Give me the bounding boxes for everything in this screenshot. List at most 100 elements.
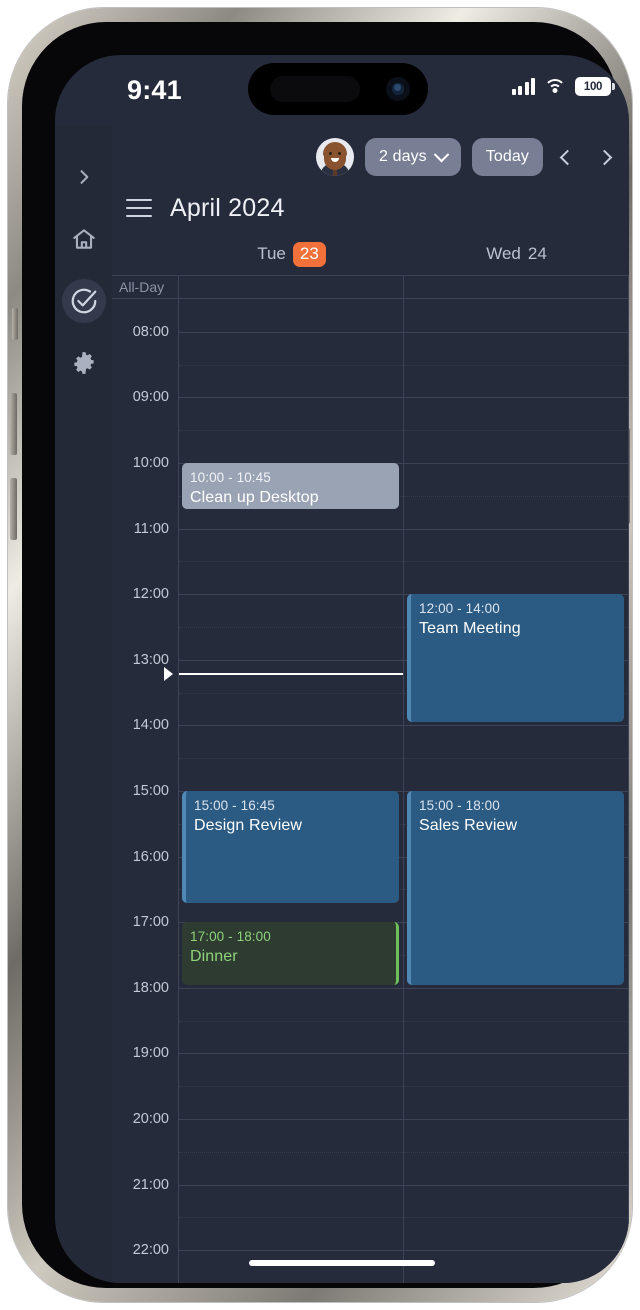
current-time-line	[179, 672, 403, 676]
hour-gridline	[179, 397, 403, 399]
dynamic-island-pill	[270, 76, 360, 102]
sidebar-item-home[interactable]	[62, 217, 106, 261]
next-period-button[interactable]	[591, 138, 617, 176]
day-header-tue[interactable]: Tue 23	[179, 233, 404, 275]
wifi-icon	[544, 78, 566, 95]
hour-gridline	[404, 987, 628, 989]
event-time: 10:00 - 10:45	[190, 470, 271, 485]
hour-label: 09:00	[132, 389, 169, 406]
event-time: 15:00 - 16:45	[194, 798, 275, 813]
hour-gridline	[404, 1250, 628, 1252]
status-time: 9:41	[127, 75, 182, 105]
hour-gridline	[404, 725, 628, 727]
half-hour-gridline	[179, 430, 403, 432]
volume-down-button[interactable]	[10, 478, 17, 540]
half-hour-gridline	[404, 430, 628, 432]
half-hour-gridline	[404, 1151, 628, 1153]
hour-gridline	[179, 331, 403, 333]
calendar-event[interactable]: 12:00 - 14:00 Team Meeting	[407, 594, 624, 723]
all-day-cell[interactable]	[404, 276, 629, 298]
hamburger-menu-icon[interactable]	[126, 198, 152, 218]
half-hour-gridline	[179, 627, 403, 628]
cellular-signal-icon	[511, 78, 535, 95]
weekday-label: Wed	[486, 244, 521, 263]
phone-bezel: 9:41 100 2 days Today April 2024 Tue 23 …	[22, 22, 629, 1288]
event-time: 12:00 - 14:00	[419, 601, 500, 617]
half-hour-gridline	[404, 758, 628, 760]
chevron-left-icon	[559, 149, 575, 165]
silent-switch[interactable]	[12, 308, 18, 340]
all-day-row: All-Day	[112, 275, 629, 299]
avatar[interactable]	[316, 138, 355, 176]
half-hour-gridline	[404, 364, 628, 366]
volume-up-button[interactable]	[10, 393, 17, 455]
hour-gridline	[404, 1053, 628, 1055]
front-camera-icon	[386, 77, 410, 101]
half-hour-gridline	[179, 1217, 403, 1219]
hour-label: 16:00	[132, 848, 169, 865]
hour-gridline	[179, 987, 403, 989]
event-title: Design Review	[194, 817, 303, 834]
day-column-tue[interactable]: 10:00 - 10:45 Clean up Desktop 15:00 - 16:…	[179, 299, 404, 1283]
hour-label: 12:00	[132, 586, 169, 603]
previous-period-button[interactable]	[554, 138, 580, 176]
hour-label: 21:00	[132, 1176, 169, 1193]
hour-label: 11:00	[133, 520, 169, 537]
view-range-dropdown[interactable]: 2 days	[365, 138, 461, 176]
day-number: 24	[527, 244, 547, 263]
event-time: 15:00 - 18:00	[419, 798, 500, 813]
calendar-event[interactable]: 15:00 - 16:45 Design Review	[182, 791, 399, 903]
calendar-event[interactable]: 15:00 - 18:00 Sales Review	[407, 791, 624, 985]
home-indicator[interactable]	[249, 1260, 435, 1266]
calendar-event[interactable]: 10:00 - 10:45 Clean up Desktop	[182, 463, 399, 510]
hour-gridline	[179, 594, 403, 596]
hour-label: 22:00	[132, 1242, 169, 1259]
today-label: Today	[485, 148, 529, 165]
time-grid: 08:00 09:00 10:00 11:00 12:00 13:00 14:00 15:00…	[112, 299, 629, 1283]
calendar-toolbar: 2 days Today	[112, 125, 629, 189]
calendar-content: 2 days Today April 2024 Tue 23 Wed 24 Al…	[112, 125, 629, 1283]
left-rail	[55, 125, 112, 1283]
hour-gridline	[179, 659, 403, 661]
half-hour-gridline	[404, 495, 628, 497]
half-hour-gridline	[179, 1086, 403, 1088]
today-button[interactable]: Today	[471, 138, 543, 176]
page-title: April 2024	[170, 193, 285, 222]
all-day-cell[interactable]	[179, 276, 404, 298]
hour-label: 20:00	[132, 1111, 169, 1127]
chevron-right-icon	[596, 149, 612, 165]
hour-label: 08:00	[132, 323, 169, 340]
hour-label: 14:00	[132, 717, 169, 734]
phone-screen: 9:41 100 2 days Today April 2024 Tue 23 …	[55, 55, 629, 1283]
chevron-right-icon	[80, 170, 88, 184]
view-range-label: 2 days	[379, 148, 427, 165]
day-header-gutter	[112, 233, 179, 275]
time-gutter: 08:00 09:00 10:00 11:00 12:00 13:00 14:00 15:00…	[112, 299, 179, 1283]
expand-sidebar-button[interactable]	[62, 155, 106, 199]
screenshot-root: 9:41 100 2 days Today April 2024 Tue 23 …	[0, 0, 640, 1310]
phone-frame: 9:41 100 2 days Today April 2024 Tue 23 …	[8, 8, 632, 1302]
home-icon	[72, 229, 95, 249]
hour-gridline	[179, 725, 403, 727]
hour-label: 15:00	[132, 783, 169, 799]
half-hour-gridline	[179, 758, 403, 760]
half-hour-gridline	[179, 364, 403, 366]
hour-label: 10:00	[132, 455, 169, 471]
day-headers: Tue 23 Wed 24	[112, 233, 629, 275]
sidebar-item-tasks[interactable]	[61, 279, 106, 323]
day-column-wed[interactable]: 12:00 - 14:00 Team Meeting 15:00 - 18:00 Sa…	[404, 299, 629, 1283]
half-hour-gridline	[404, 1086, 628, 1088]
hour-gridline	[179, 1053, 403, 1055]
hour-gridline	[404, 528, 628, 530]
half-hour-gridline	[404, 561, 628, 563]
event-title: Dinner	[190, 948, 238, 966]
event-title: Sales Review	[419, 817, 518, 834]
hour-gridline	[404, 463, 628, 464]
hour-gridline	[179, 1184, 403, 1186]
day-header-wed[interactable]: Wed 24	[404, 233, 629, 275]
sidebar-item-settings[interactable]	[62, 341, 106, 385]
hour-label: 17:00	[132, 914, 169, 931]
event-title: Team Meeting	[419, 620, 521, 638]
calendar-event[interactable]: 17:00 - 18:00 Dinner	[182, 922, 399, 985]
event-title: Clean up Desktop	[190, 489, 319, 506]
